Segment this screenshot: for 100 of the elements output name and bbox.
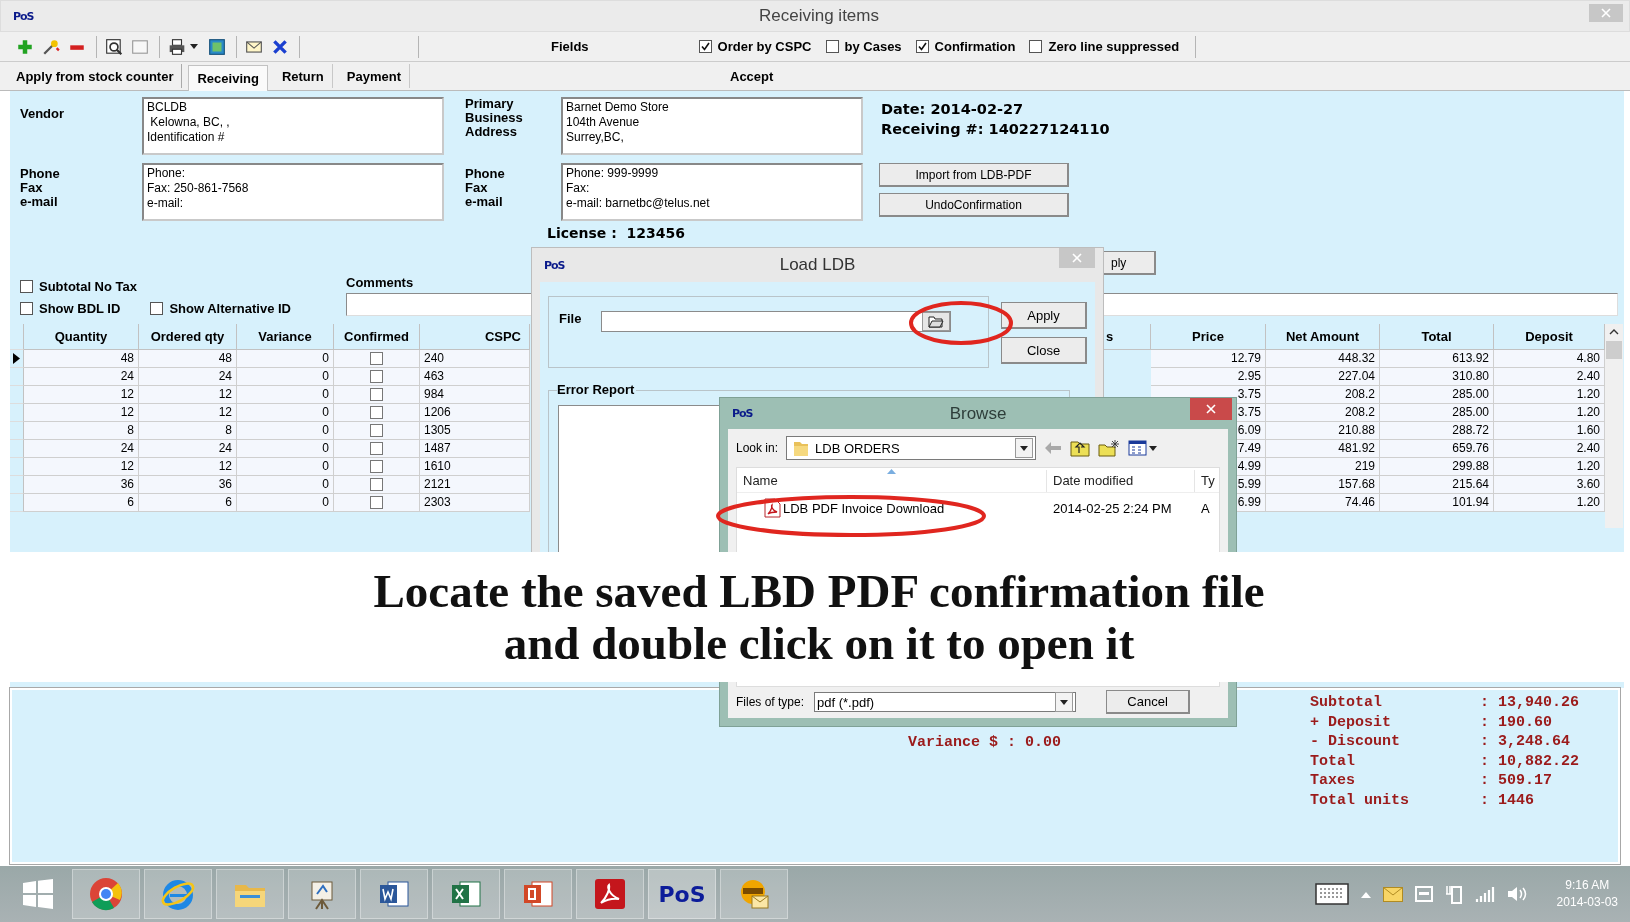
checkbox[interactable] (370, 424, 383, 437)
printer-icon[interactable] (168, 37, 186, 56)
add-icon[interactable] (16, 37, 34, 56)
column-header[interactable]: Confirmed (334, 324, 420, 350)
checkbox[interactable] (370, 478, 383, 491)
fields-label: Fields (551, 39, 589, 54)
window-title: Receiving items (758, 6, 880, 26)
checkbox[interactable] (370, 442, 383, 455)
speaker-icon[interactable] (1506, 885, 1527, 903)
scrollbar[interactable] (1605, 324, 1623, 528)
current-row-icon (13, 353, 20, 364)
close-button[interactable] (1190, 398, 1232, 420)
screen-icon[interactable] (1414, 886, 1433, 902)
wand-icon[interactable] (42, 37, 60, 56)
tab[interactable]: Return (273, 64, 333, 88)
windows-icon (21, 877, 55, 911)
taskbar-app[interactable] (576, 869, 644, 919)
column-header[interactable]: Net Amount (1266, 324, 1380, 350)
column-header[interactable]: Quantity (24, 324, 139, 350)
table-cell: 3.60 (1494, 476, 1605, 494)
signal-icon[interactable] (1474, 886, 1495, 902)
clock-time: 9:16 AM (1565, 877, 1610, 894)
checkbox[interactable] (698, 40, 712, 53)
caret-up-icon[interactable] (1360, 890, 1371, 898)
folder-icon (793, 439, 810, 457)
column-header[interactable]: Variance (237, 324, 334, 350)
taskbar-app[interactable] (72, 869, 140, 919)
checkbox[interactable] (370, 460, 383, 473)
table-cell: 12 (139, 386, 237, 404)
table-cell: 240 (420, 350, 530, 368)
preview-icon[interactable] (105, 37, 123, 56)
scroll-up-icon[interactable] (1609, 328, 1619, 335)
dialog-button[interactable]: Close (1001, 337, 1087, 364)
checkbox[interactable] (370, 406, 383, 419)
comments-label: Comments (346, 275, 415, 290)
action-button[interactable]: UndoConfirmation (879, 193, 1069, 217)
new-folder-icon[interactable] (1098, 439, 1121, 457)
file-type-text: pdf (*.pdf) (817, 694, 876, 710)
checkbox[interactable] (1029, 40, 1043, 53)
table-cell: 1.20 (1494, 386, 1605, 404)
column-header[interactable]: CSPC (420, 324, 530, 350)
envelope-icon[interactable] (1382, 886, 1403, 902)
window-icon[interactable] (131, 37, 149, 56)
table-cell: 8 (24, 422, 139, 440)
spreadsheet-icon[interactable] (208, 37, 226, 56)
column-header[interactable]: Deposit (1494, 324, 1605, 350)
vendor-field[interactable]: BCLDB Kelowna, BC, , Identification # (142, 97, 444, 155)
summary-label: - Discount (1310, 733, 1401, 752)
clock-date: 2014-03-03 (1556, 894, 1618, 911)
checkbox[interactable] (20, 280, 33, 293)
taskbar-app[interactable] (360, 869, 428, 919)
keyboard-icon[interactable] (1314, 883, 1349, 905)
delete-icon[interactable] (271, 37, 289, 56)
file-field[interactable] (601, 311, 952, 332)
checkbox[interactable] (370, 388, 383, 401)
dropdown-button[interactable] (1055, 692, 1074, 712)
checkbox[interactable] (370, 352, 383, 365)
view-menu-icon[interactable] (1128, 440, 1159, 456)
tab[interactable]: Receiving (188, 64, 268, 91)
column-header[interactable]: s (1104, 324, 1151, 350)
checkbox[interactable] (20, 302, 33, 315)
field-label: Phone Fax e-mail (465, 165, 506, 209)
address-field[interactable]: Barnet Demo Store 104th Avenue Surrey,BC, (561, 97, 863, 155)
contact-field[interactable]: Phone: Fax: 250-861-7568 e-mail: (142, 163, 444, 221)
checkbox[interactable] (370, 370, 383, 383)
scrollbar-thumb[interactable] (1606, 341, 1622, 359)
column-header[interactable]: Price (1151, 324, 1266, 350)
cancel-button[interactable]: Cancel (1106, 690, 1191, 714)
taskbar-app[interactable] (504, 869, 572, 919)
open-folder-button[interactable] (922, 312, 951, 331)
column-header[interactable]: Ordered qty (139, 324, 237, 350)
table-cell: 0 (237, 494, 334, 512)
taskbar-app[interactable] (432, 869, 500, 919)
taskbar-app[interactable] (720, 869, 788, 919)
tab[interactable]: Payment (338, 64, 410, 88)
caret-icon[interactable] (190, 44, 198, 49)
folder-dropdown[interactable]: LDB ORDERS (786, 436, 1037, 460)
dropdown-button[interactable] (1015, 438, 1034, 458)
table-cell: 481.92 (1266, 440, 1380, 458)
contact-field[interactable]: Phone: 999-9999 Fax: e-mail: barnetbc@telus.net (561, 163, 863, 221)
table-cell: 12.79 (1151, 350, 1266, 368)
taskbar-app[interactable]: PoS (648, 869, 716, 919)
up-folder-icon[interactable] (1070, 439, 1091, 457)
dialog-button[interactable]: Apply (1001, 302, 1087, 329)
tab[interactable]: Apply from stock counter (8, 64, 183, 88)
pdf-icon (592, 876, 628, 912)
row-header[interactable] (10, 350, 24, 368)
checkbox[interactable] (150, 302, 164, 315)
battery-icon[interactable] (1444, 884, 1463, 904)
file-type-dropdown[interactable]: pdf (*.pdf) (814, 692, 1077, 712)
checkbox[interactable] (915, 40, 929, 53)
column-header[interactable]: Date modified (1047, 470, 1195, 492)
table-cell: 2121 (420, 476, 530, 494)
table-cell: 2.40 (1494, 440, 1605, 458)
checkbox[interactable] (825, 40, 839, 53)
taskbar-app[interactable] (288, 869, 356, 919)
action-button[interactable]: Import from LDB-PDF (879, 163, 1069, 187)
checkbox[interactable] (370, 496, 383, 509)
browser-icon (88, 876, 124, 912)
column-header[interactable]: Total (1380, 324, 1494, 350)
